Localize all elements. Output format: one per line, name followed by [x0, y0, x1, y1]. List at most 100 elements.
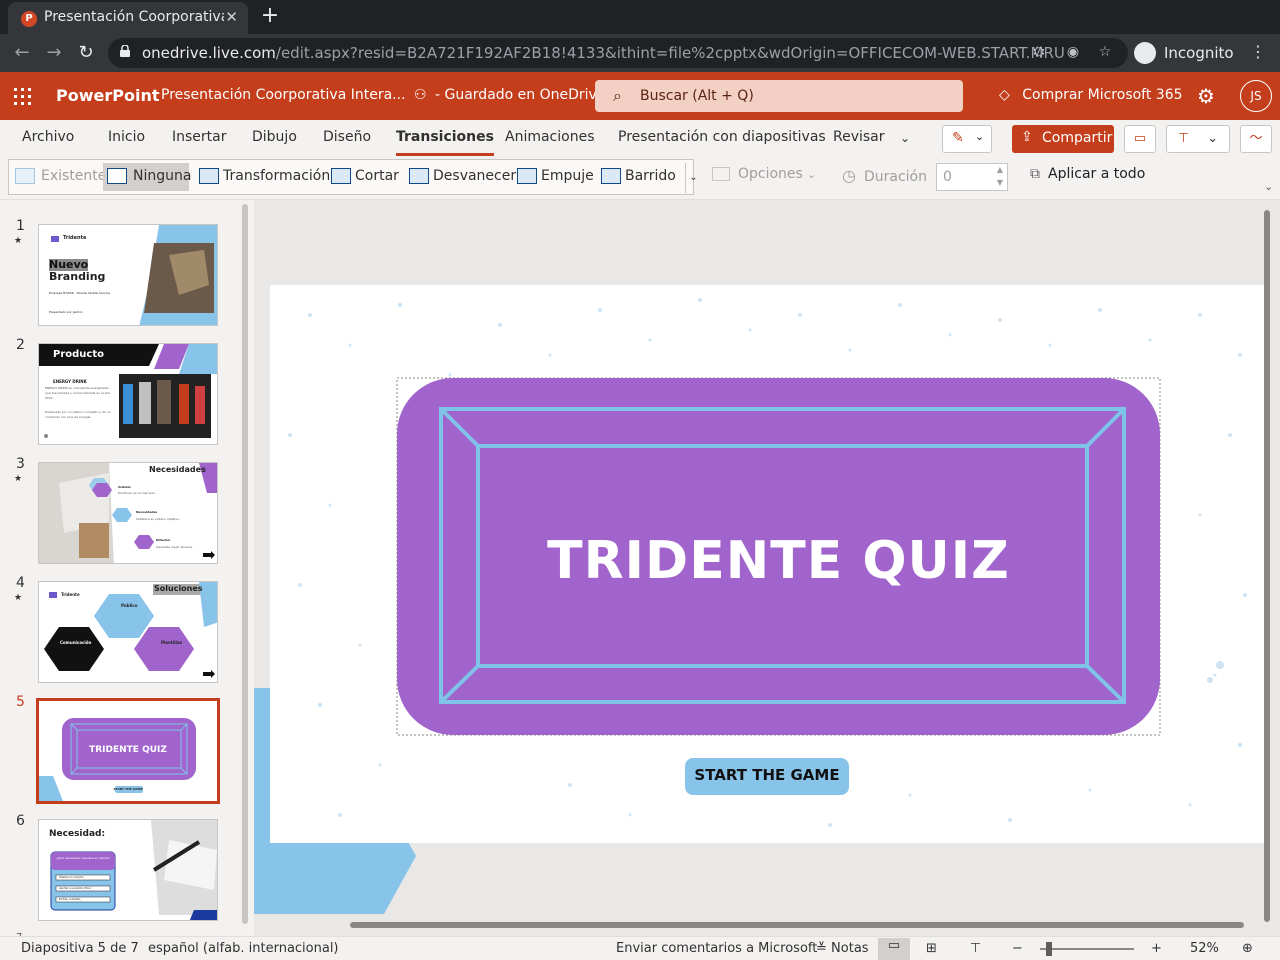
app-launcher-icon[interactable] — [14, 88, 32, 106]
pencil-icon: ✎ — [952, 130, 964, 146]
browser-tab[interactable]: P Presentación Coorporativa Interactiva … — [8, 2, 248, 34]
slide-4-heading-2: Comunicación — [60, 640, 92, 645]
slide-thumbnail-pane: 1 ★ Tridente Nuevo Branding Empresa B'S0… — [0, 200, 254, 943]
app-name[interactable]: PowerPoint — [56, 86, 159, 105]
slide-thumbnail-3[interactable]: Necesidades Anklets Envidioso en al merc… — [38, 462, 218, 564]
animation-star-icon: ★ — [14, 236, 23, 246]
chevron-down-icon: ⌄ — [806, 168, 817, 181]
buy-label: Comprar Microsoft 365 — [1022, 87, 1183, 103]
tracking-off-icon[interactable]: ◉ — [1064, 44, 1082, 62]
spin-down-icon[interactable]: ▼ — [997, 178, 1003, 187]
status-bar: Diapositiva 5 de 7 español (alfab. inter… — [0, 936, 1280, 960]
document-title[interactable]: Presentación Coorporativa Intera... ⚇ - … — [161, 87, 618, 103]
animation-star-icon: ★ — [14, 474, 23, 484]
browser-menu-icon[interactable]: ⋮ — [1250, 42, 1266, 61]
notes-button[interactable]: ≚ Notas — [816, 941, 869, 956]
transition-barrido[interactable]: Barrido — [597, 163, 681, 191]
thumbnail-scrollbar[interactable] — [242, 204, 248, 924]
collapse-ribbon-icon[interactable]: ⌄ — [1264, 180, 1273, 193]
more-tabs-chevron-icon[interactable]: ⌄ — [900, 131, 910, 145]
transition-empuje[interactable]: Empuje — [513, 163, 594, 191]
close-tab-icon[interactable]: ✕ — [225, 8, 238, 26]
feedback-link[interactable]: Enviar comentarios a Microsoft — [616, 941, 817, 956]
editing-mode-button[interactable]: ✎ ⌄ — [942, 125, 992, 153]
share-button[interactable]: ⇪ Compartir — [1012, 125, 1114, 153]
transition-existente[interactable]: Existente — [11, 163, 106, 191]
url-text: onedrive.live.com/edit.aspx?resid=B2A721… — [142, 44, 1065, 62]
search-box[interactable]: ⌕ Buscar (Alt + Q) — [595, 80, 963, 112]
lock-icon[interactable] — [120, 45, 130, 57]
slide-4-title: Soluciones — [154, 584, 203, 593]
quiz-title[interactable]: TRIDENTE QUIZ — [397, 531, 1160, 591]
slide-1-title-2: Branding — [49, 270, 106, 283]
translate-icon[interactable]: ⛭ — [1030, 44, 1048, 62]
url-host: onedrive.live.com — [142, 44, 276, 62]
transition-ninguna[interactable]: Ninguna — [103, 163, 191, 191]
reading-view-icon[interactable]: ⊤ — [970, 941, 981, 956]
diamond-icon: ◇ — [999, 87, 1010, 103]
slide-thumbnail-6[interactable]: Necesidad: ¿Qué necesidad requiere el cl… — [38, 819, 218, 921]
slide-3-item-heading: Difusión — [156, 538, 170, 542]
bookmark-star-icon[interactable]: ☆ — [1096, 44, 1114, 62]
tab-diseno[interactable]: Diseño — [323, 129, 371, 145]
tab-revisar[interactable]: Revisar — [833, 129, 885, 145]
apply-all-icon: ⧉ — [1030, 166, 1040, 182]
slide-number: 6 — [16, 813, 25, 829]
options-button[interactable]: Opciones ⌄ — [712, 166, 816, 182]
slide-6-option: Diseñar en correcto — [59, 876, 84, 879]
transition-desvanecer[interactable]: Desvanecer — [405, 163, 516, 191]
present-icon: ⊤ — [1177, 131, 1190, 146]
slide-thumbnail-1[interactable]: Tridente Nuevo Branding Empresa B'S006 ·… — [38, 224, 218, 326]
apply-to-all-button[interactable]: ⧉ Aplicar a todo — [1030, 166, 1145, 182]
back-arrow-icon[interactable]: ← — [10, 41, 34, 65]
language-indicator[interactable]: español (alfab. internacional) — [148, 941, 339, 956]
slide-1-brand: Tridente — [63, 235, 87, 241]
comments-icon[interactable]: ▭ — [1124, 125, 1156, 153]
slide-thumbnail-5[interactable]: TRIDENTE QUIZ START THE GAME — [36, 698, 220, 804]
buy-microsoft-365-button[interactable]: ◇ Comprar Microsoft 365 — [999, 87, 1183, 103]
new-tab-button[interactable]: + — [258, 4, 282, 28]
zoom-level[interactable]: 52% — [1190, 941, 1219, 956]
slide-3-item-heading: Anklets — [118, 485, 131, 489]
start-game-button[interactable]: START THE GAME — [685, 766, 849, 784]
tab-archivo[interactable]: Archivo — [22, 129, 74, 145]
tab-inicio[interactable]: Inicio — [108, 129, 145, 145]
tab-presentacion[interactable]: Presentación con diapositivas — [618, 129, 826, 145]
duration-input[interactable]: 0 ▲ ▼ — [936, 163, 1008, 191]
main-slide[interactable]: TRIDENTE QUIZ START THE GAME — [270, 285, 1266, 843]
slide-4-heading-1: Público — [121, 603, 138, 608]
slide-thumbnail-2[interactable]: Producto ENERGY DRINK ENERGY DRINK es un… — [38, 343, 218, 445]
vertical-scrollbar[interactable] — [1264, 210, 1270, 922]
present-button[interactable]: ⊤ ⌄ — [1166, 125, 1230, 153]
transition-transformacion[interactable]: Transformación — [195, 163, 330, 191]
tab-transiciones[interactable]: Transiciones — [396, 129, 494, 156]
zoom-slider-thumb[interactable] — [1046, 942, 1052, 956]
slide-sorter-icon[interactable]: ⊞ — [926, 941, 937, 956]
normal-view-icon[interactable]: ▭ — [878, 938, 910, 960]
slide-thumbnail-4[interactable]: Soluciones Tridente Público Comunicación… — [38, 581, 218, 683]
transition-desvanecer-icon — [409, 168, 429, 184]
horizontal-scrollbar[interactable] — [350, 922, 1244, 928]
gallery-more-chevron-icon[interactable]: ⌄ — [685, 163, 701, 193]
tab-animaciones[interactable]: Animaciones — [505, 129, 595, 145]
activity-icon[interactable]: 〜 — [1240, 125, 1272, 153]
tab-dibujo[interactable]: Dibujo — [252, 129, 297, 145]
zoom-slider-track[interactable] — [1040, 948, 1134, 950]
settings-gear-icon[interactable]: ⚙ — [1197, 84, 1215, 108]
slide-3-item-text: Generate mejor alcance. — [156, 545, 194, 549]
transition-cortar[interactable]: Cortar — [327, 163, 399, 191]
chevron-down-icon: ⌄ — [975, 130, 985, 143]
transition-barrido-icon — [601, 168, 621, 184]
zoom-in-icon[interactable]: + — [1151, 941, 1162, 956]
slide-4-heading-3: Plantillas — [161, 640, 182, 645]
spin-up-icon[interactable]: ▲ — [997, 165, 1003, 174]
user-avatar[interactable]: JS — [1240, 80, 1272, 112]
zoom-out-icon[interactable]: − — [1012, 941, 1023, 956]
fit-to-window-icon[interactable]: ⊕ — [1242, 941, 1253, 956]
browser-toolbar: ← → ↻ onedrive.live.com/edit.aspx?resid=… — [0, 34, 1280, 72]
forward-arrow-icon[interactable]: → — [42, 41, 66, 65]
share-icon: ⇪ — [1021, 129, 1033, 145]
address-bar[interactable]: onedrive.live.com/edit.aspx?resid=B2A721… — [108, 38, 1128, 68]
tab-insertar[interactable]: Insertar — [172, 129, 227, 145]
reload-icon[interactable]: ↻ — [74, 41, 98, 65]
